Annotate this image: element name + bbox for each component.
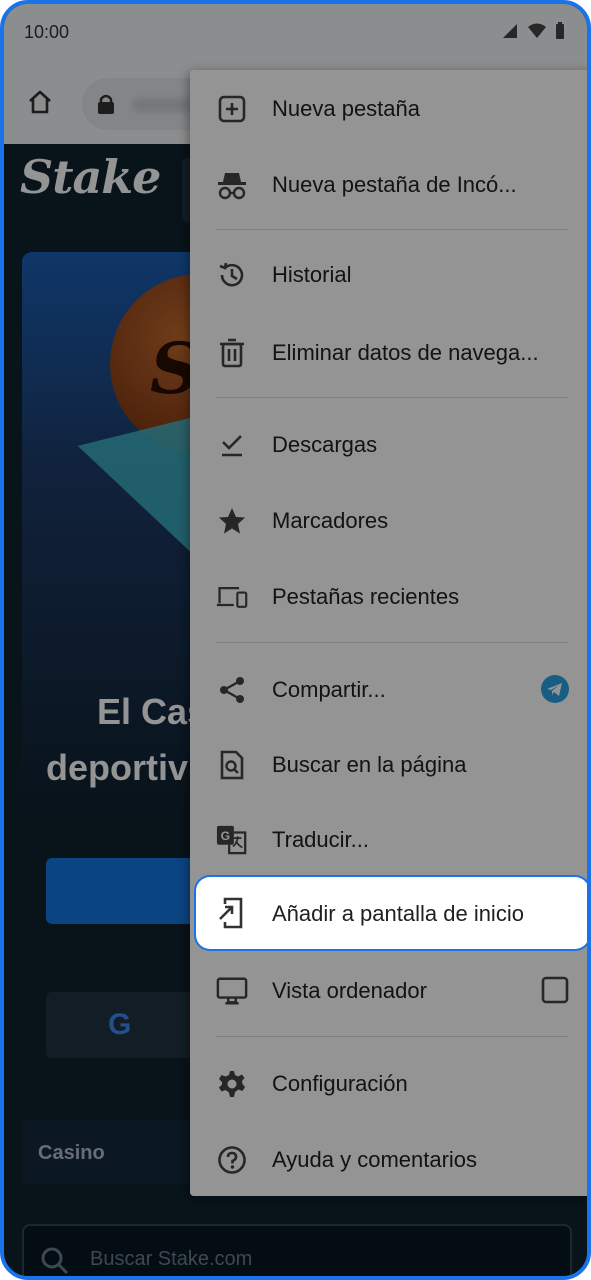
phone-frame: 10:00 Stake S El Cas deportiv G Casino B… bbox=[0, 0, 591, 1280]
menu-item-add-to-home-screen[interactable]: Añadir a pantalla de inicio bbox=[196, 877, 587, 949]
add-to-home-icon bbox=[216, 897, 248, 929]
menu-item-label: Añadir a pantalla de inicio bbox=[272, 901, 524, 926]
menu-dim-overlay bbox=[190, 70, 587, 1196]
